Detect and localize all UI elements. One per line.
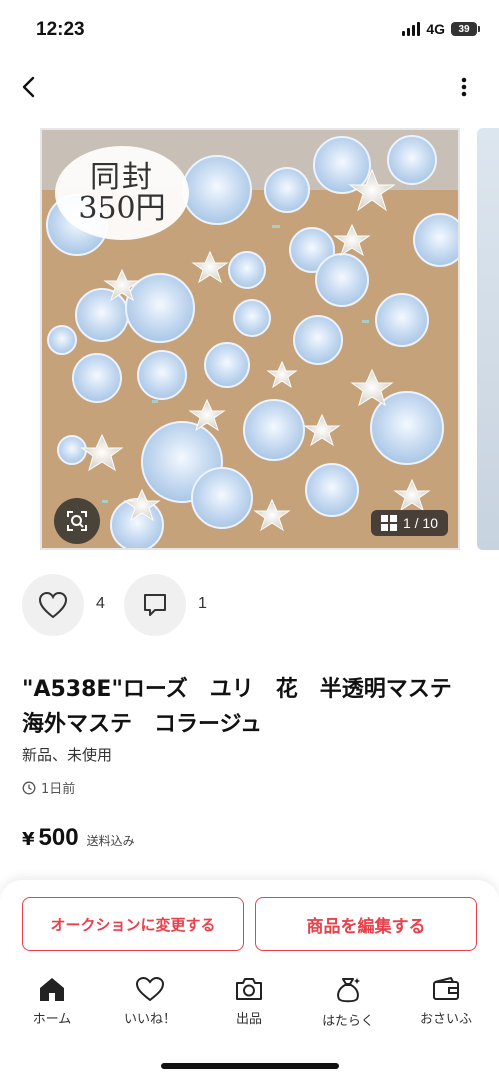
next-photo-preview[interactable] bbox=[477, 128, 499, 550]
product-photo[interactable]: 同封 350円 1 / 10 bbox=[40, 128, 460, 550]
tab-work[interactable]: はたらく bbox=[308, 976, 388, 1029]
home-icon bbox=[40, 978, 64, 1001]
currency-symbol: ¥ bbox=[22, 829, 35, 850]
tab-home-label: ホーム bbox=[32, 1012, 72, 1027]
price-amount: 500 bbox=[38, 824, 79, 851]
tab-home[interactable]: ホーム bbox=[12, 976, 92, 1027]
edit-item-button[interactable]: 商品を編集する bbox=[255, 897, 477, 951]
status-time: 12:23 bbox=[36, 19, 85, 40]
back-arrow-icon bbox=[22, 76, 35, 98]
like-count: 4 bbox=[96, 595, 105, 612]
tab-bar: ホーム いいね！ 出品 はたらく おさいふ bbox=[0, 976, 499, 1036]
nav-bar bbox=[0, 60, 499, 116]
bottom-panel: オークションに変更する 商品を編集する ホーム いいね！ 出品 はたらく おさい… bbox=[0, 880, 499, 1080]
visual-search-button[interactable] bbox=[54, 498, 100, 544]
comment-icon bbox=[144, 594, 166, 616]
money-bag-icon bbox=[337, 978, 360, 1003]
gallery-grid-icon bbox=[380, 515, 397, 531]
like-button[interactable] bbox=[22, 574, 84, 636]
home-indicator[interactable] bbox=[161, 1063, 339, 1069]
image-counter-label: 1 / 10 bbox=[402, 515, 438, 531]
tab-wallet[interactable]: おさいふ bbox=[406, 976, 486, 1027]
posted-time-label: 1日前 bbox=[41, 782, 76, 797]
heart-outline-icon bbox=[135, 976, 165, 1002]
tab-likes-label: いいね！ bbox=[123, 1012, 176, 1027]
clock-icon bbox=[22, 781, 36, 794]
product-condition: 新品、未使用 bbox=[22, 746, 113, 764]
price: ¥ 500 送料込み bbox=[22, 824, 135, 852]
status-indicators: 4G 39 bbox=[402, 21, 480, 37]
tab-sell-label: 出品 bbox=[235, 1012, 262, 1027]
tab-work-label: はたらく bbox=[322, 1014, 374, 1029]
shipping-note: 送料込み bbox=[86, 834, 135, 848]
wallet-icon bbox=[433, 977, 459, 1000]
shipping-bundle-tag: 同封 350円 bbox=[55, 146, 189, 240]
heart-icon bbox=[38, 591, 68, 619]
signal-icon bbox=[402, 22, 421, 36]
product-title: "A538E"ローズ ユリ 花 半透明マステ 海外マステ コラージュ bbox=[22, 677, 474, 737]
more-vertical-icon bbox=[461, 77, 467, 97]
network-label: 4G bbox=[426, 21, 445, 37]
status-bar: 12:23 4G 39 bbox=[0, 0, 499, 60]
posted-time: 1日前 bbox=[22, 778, 75, 797]
camera-icon bbox=[236, 978, 262, 1000]
image-counter[interactable]: 1 / 10 bbox=[370, 510, 448, 536]
tab-sell[interactable]: 出品 bbox=[209, 976, 289, 1027]
tag-line-1: 同封 bbox=[90, 159, 154, 195]
comment-button[interactable] bbox=[124, 574, 186, 636]
battery-icon: 39 bbox=[451, 22, 480, 36]
tag-line-2: 350円 bbox=[78, 191, 166, 226]
engagement-actions: 4 1 bbox=[0, 574, 499, 638]
tab-wallet-label: おさいふ bbox=[419, 1012, 472, 1027]
lens-search-icon bbox=[67, 511, 87, 531]
tab-likes[interactable]: いいね！ bbox=[110, 976, 190, 1027]
more-options-button[interactable] bbox=[449, 72, 479, 102]
change-to-auction-button[interactable]: オークションに変更する bbox=[22, 897, 244, 951]
image-gallery[interactable]: 同封 350円 1 / 10 bbox=[0, 128, 499, 553]
comment-count: 1 bbox=[198, 595, 207, 612]
back-button[interactable] bbox=[14, 72, 44, 102]
